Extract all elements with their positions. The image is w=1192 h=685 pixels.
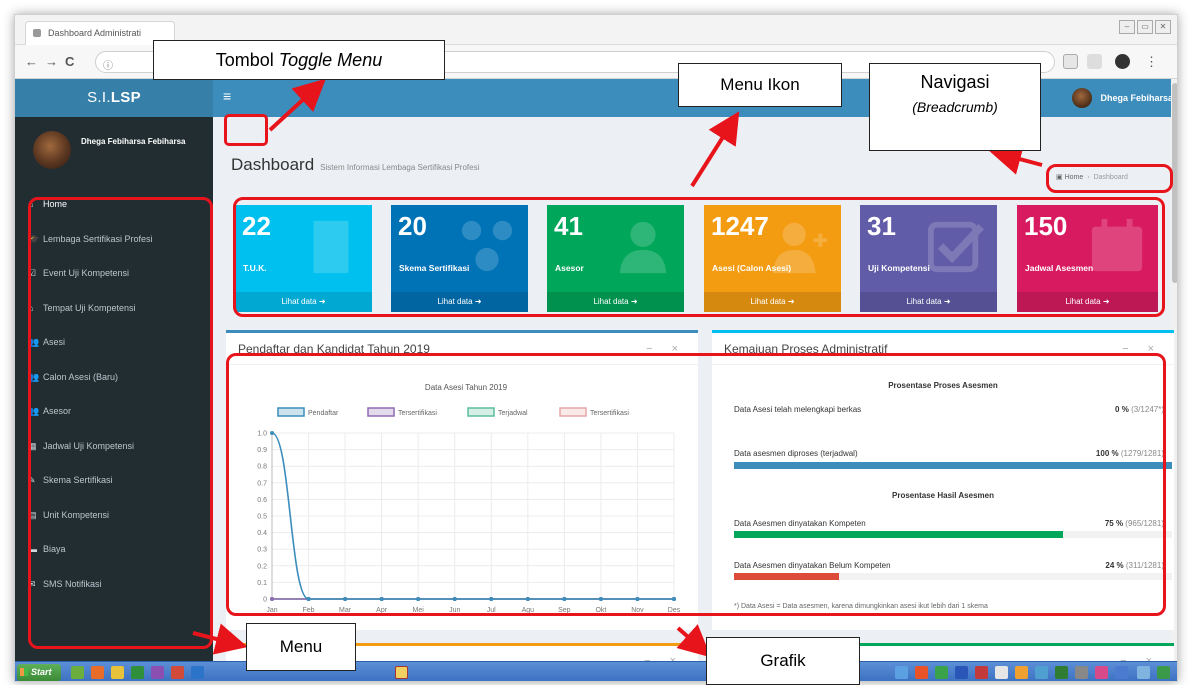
tray-icon[interactable]: [935, 666, 948, 679]
tray-icon[interactable]: [1055, 666, 1068, 679]
taskbar-app-icon[interactable]: [111, 666, 124, 679]
taskbar-app-icon[interactable]: [131, 666, 144, 679]
callout-text-italic: Toggle Menu: [278, 50, 383, 70]
page-subtitle: Sistem Informasi Lembaga Sertifikasi Pro…: [320, 163, 480, 172]
page-title: Dashboard Sistem Informasi Lembaga Sertif…: [231, 155, 479, 175]
menu-toggle-button[interactable]: ≡: [223, 89, 231, 103]
tray-icon[interactable]: [1075, 666, 1088, 679]
callout-text: Navigasi: [920, 72, 990, 92]
taskbar-app-icon[interactable]: [395, 666, 408, 679]
forward-icon[interactable]: →: [45, 54, 58, 69]
taskbar-app-icon[interactable]: [151, 666, 164, 679]
user-name: Dhega Febiharsa Febiharsa: [81, 137, 186, 146]
avatar: [33, 131, 71, 169]
start-button[interactable]: Start: [17, 664, 61, 681]
annotation-menu-box: [28, 197, 213, 649]
annotation-menu-icons-box: [233, 197, 1165, 317]
close-icon[interactable]: ✕: [1155, 20, 1171, 34]
tray-icon[interactable]: [1095, 666, 1108, 679]
callout-menu-icons: Menu Ikon: [678, 63, 842, 107]
page-title-text: Dashboard: [231, 155, 315, 174]
taskbar-app-icon[interactable]: [91, 666, 104, 679]
extension-icon[interactable]: [1087, 54, 1102, 69]
tab-title: Dashboard Administrati: [48, 28, 142, 38]
tray-icon[interactable]: [1157, 666, 1170, 679]
maximize-icon[interactable]: ▭: [1137, 20, 1153, 34]
user-panel: Dhega Febiharsa Febiharsa: [15, 117, 213, 179]
logo-bold: LSP: [110, 89, 141, 106]
window-controls: – ▭ ✕: [1119, 20, 1171, 34]
os-taskbar: Start: [15, 661, 1177, 681]
callout-text-italic: (Breadcrumb): [912, 99, 998, 115]
tray-icon[interactable]: [915, 666, 928, 679]
favicon-icon: [33, 29, 41, 37]
callout-chart: Grafik: [706, 637, 860, 685]
tray-icon[interactable]: [1015, 666, 1028, 679]
minimize-icon[interactable]: –: [1119, 20, 1135, 34]
navbar-user-name: Dhega Febiharsa: [1100, 93, 1173, 103]
callout-text: Tombol: [215, 50, 279, 70]
callout-menu: Menu: [246, 623, 356, 671]
tray-icon[interactable]: [995, 666, 1008, 679]
tray-icon[interactable]: [975, 666, 988, 679]
app-logo[interactable]: S.I.LSP: [15, 79, 213, 117]
cast-icon[interactable]: [1063, 54, 1078, 69]
taskbar-app-icon[interactable]: [191, 666, 204, 679]
tray-icon[interactable]: [1137, 666, 1150, 679]
back-icon[interactable]: ←: [25, 54, 38, 69]
callout-breadcrumb: Navigasi (Breadcrumb): [869, 63, 1041, 151]
tray-icon[interactable]: [1035, 666, 1048, 679]
annotation-toggle-box: [224, 114, 268, 146]
windows-flag-icon: [20, 668, 28, 676]
tray-icon[interactable]: [1115, 666, 1128, 679]
navbar-user-menu[interactable]: Dhega Febiharsa: [1072, 87, 1173, 109]
taskbar-app-icon[interactable]: [171, 666, 184, 679]
browser-menu-icon[interactable]: ⋮: [1145, 54, 1158, 70]
taskbar-app-icon[interactable]: [71, 666, 84, 679]
annotation-chart-box: [226, 353, 1166, 616]
annotation-breadcrumb-box: [1046, 164, 1173, 193]
tray-icon[interactable]: [895, 666, 908, 679]
profile-icon[interactable]: [1115, 54, 1130, 69]
site-info-icon[interactable]: ⓘ: [103, 57, 113, 72]
logo-prefix: S.I.: [87, 89, 111, 106]
start-label: Start: [31, 667, 52, 677]
tray-icon[interactable]: [955, 666, 968, 679]
callout-toggle-menu: Tombol Toggle Menu: [153, 40, 445, 80]
avatar: [1072, 88, 1093, 108]
reload-icon[interactable]: C: [65, 54, 74, 69]
